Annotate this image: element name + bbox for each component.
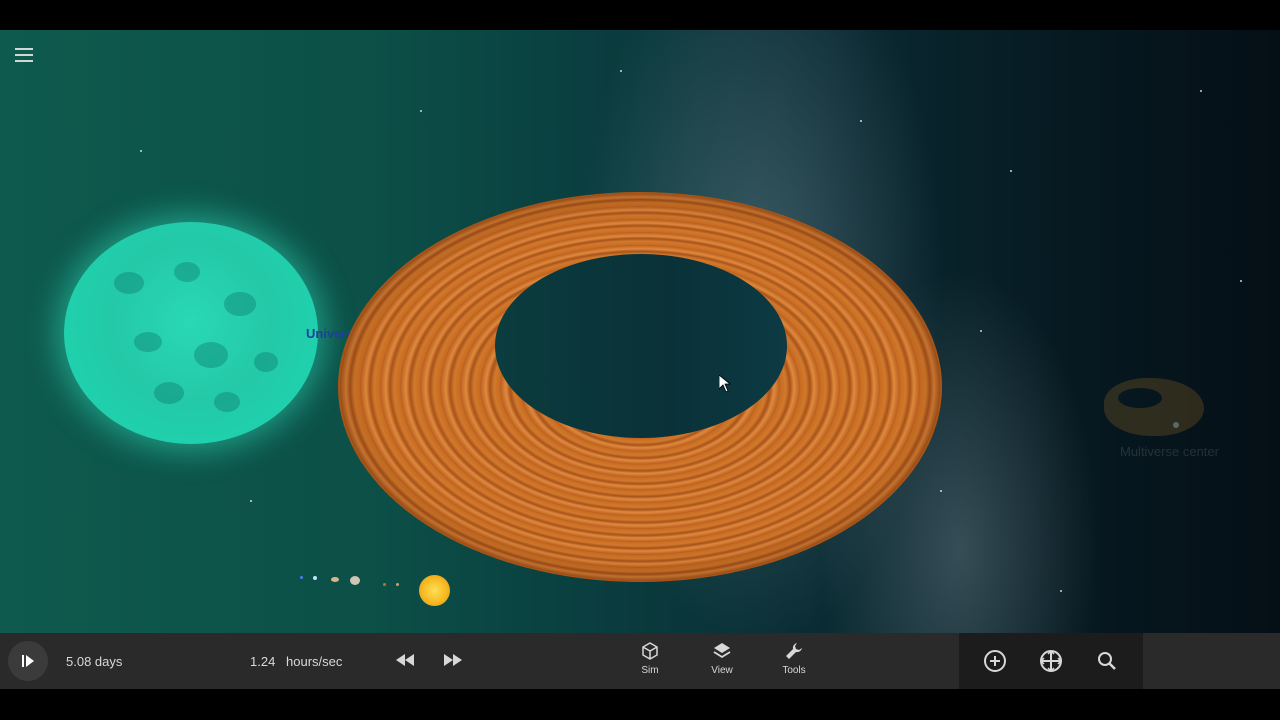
bottom-toolbar: 5.08 days 1.24 hours/sec Sim View Tools (0, 633, 1280, 689)
planet-dot[interactable] (396, 583, 399, 586)
planet-dot[interactable] (350, 576, 360, 585)
planet-dot[interactable] (300, 576, 303, 579)
planet-dot[interactable] (383, 583, 386, 586)
star-dot (860, 120, 862, 122)
view-tab[interactable]: View (692, 641, 752, 676)
star-dot (1010, 170, 1012, 172)
sim-tab[interactable]: Sim (620, 641, 680, 676)
planet-dot[interactable] (313, 576, 317, 580)
torus-object[interactable] (338, 192, 942, 582)
play-button[interactable] (8, 641, 48, 681)
planet-dot[interactable] (331, 577, 339, 582)
cube-icon (642, 642, 658, 660)
simulation-viewport[interactable]: Universe Multiverse center (0, 30, 1280, 633)
torus-hole (495, 254, 787, 438)
speed-unit: hours/sec (286, 654, 343, 669)
search-button[interactable] (1093, 647, 1121, 675)
fast-forward-icon (444, 654, 462, 666)
move-target-icon (1039, 649, 1063, 673)
layers-icon (713, 643, 731, 659)
star-dot (980, 330, 982, 332)
star-dot (420, 110, 422, 112)
sim-tab-label: Sim (641, 665, 659, 676)
elapsed-time: 5.08 days (66, 654, 123, 669)
tools-tab[interactable]: Tools (764, 641, 824, 676)
search-icon (1098, 652, 1116, 670)
letterbox-bottom (0, 689, 1280, 720)
star-dot (620, 70, 622, 72)
cyan-star-object[interactable] (64, 222, 318, 444)
star-dot (1060, 590, 1062, 592)
sun-object[interactable] (419, 575, 450, 606)
play-icon (22, 655, 34, 667)
fast-forward-button[interactable] (443, 653, 463, 672)
hamburger-menu-icon[interactable] (15, 48, 33, 62)
star-dot (140, 150, 142, 152)
move-target-button[interactable] (1037, 647, 1065, 675)
speed-value: 1.24 (250, 654, 276, 669)
add-object-icon (984, 650, 1006, 672)
wrench-icon (786, 643, 802, 659)
add-object-button[interactable] (981, 647, 1009, 675)
rewind-button[interactable] (395, 653, 415, 672)
view-tab-label: View (711, 665, 733, 676)
mouse-cursor-icon (719, 375, 731, 393)
rewind-icon (396, 654, 414, 666)
star-dot (1200, 90, 1202, 92)
multiverse-center-label: Multiverse center (1120, 444, 1219, 459)
letterbox-top (0, 0, 1280, 30)
multiverse-minimap (1104, 378, 1204, 436)
star-dot (1240, 280, 1242, 282)
right-action-panel (959, 633, 1143, 689)
tools-tab-label: Tools (782, 665, 806, 676)
star-dot (250, 500, 252, 502)
